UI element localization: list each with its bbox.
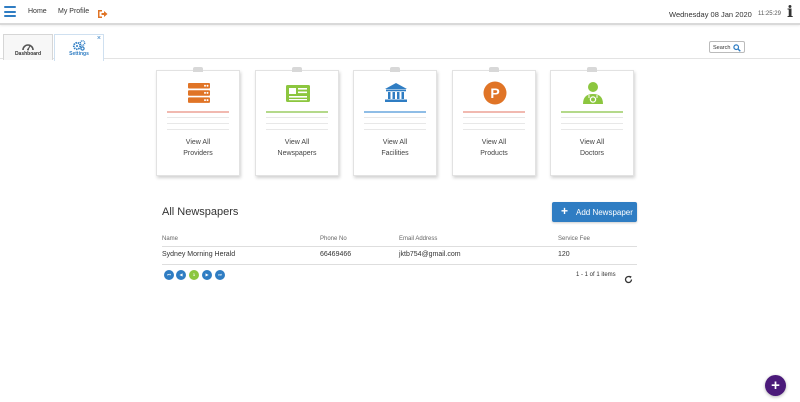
card-line1: View All [284, 139, 310, 146]
card-divider [561, 111, 623, 113]
card-line1: View All [382, 139, 408, 146]
cell-email: jktb754@gmail.com [399, 251, 461, 258]
tab-settings[interactable]: Settings × [54, 34, 104, 61]
pager-current-page[interactable]: 1 [189, 270, 199, 280]
product-p-icon: P [482, 80, 508, 106]
card-line1: View All [481, 139, 507, 146]
card-line [364, 123, 426, 124]
card-line [167, 129, 229, 130]
card-divider [167, 111, 229, 113]
card-line1: View All [579, 139, 605, 146]
section-title: All Newspapers [162, 206, 239, 218]
info-icon[interactable]: i [787, 4, 793, 20]
institution-icon [383, 80, 409, 106]
newspaper-icon [285, 80, 311, 106]
cell-service-fee: 120 [558, 251, 570, 258]
doctor-icon [580, 80, 606, 106]
card-divider [463, 111, 525, 113]
search-button[interactable]: Search [709, 41, 745, 53]
pager-first-icon[interactable]: ⏮ [164, 270, 174, 280]
plus-icon: + [561, 204, 569, 218]
cell-name: Sydney Morning Herald [162, 251, 236, 258]
card-clip [193, 67, 203, 72]
pager-items-count: 1 - 1 of 1 items [576, 272, 616, 278]
svg-text:P: P [490, 85, 499, 101]
server-icon [186, 80, 212, 106]
pager-prev-icon[interactable]: ◀ [176, 270, 186, 280]
card-line [266, 117, 328, 118]
card-line [561, 123, 623, 124]
card-line [561, 117, 623, 118]
card-clip [390, 67, 400, 72]
card-divider [364, 111, 426, 113]
floating-add-button[interactable]: + [765, 375, 786, 396]
current-date: Wednesday 08 Jan 2020 [669, 10, 752, 19]
search-icon [733, 44, 741, 52]
nav-home-link[interactable]: Home [28, 8, 47, 15]
card-view-all-doctors[interactable]: View All Doctors [550, 67, 634, 176]
card-line2: Facilities [381, 150, 409, 157]
tab-dashboard-label: Dashboard [14, 51, 42, 57]
nav-my-profile-link[interactable]: My Profile [58, 8, 89, 15]
tab-bar: Dashboard Settings × [0, 32, 800, 61]
card-line [266, 123, 328, 124]
card-view-all-providers[interactable]: View All Providers [156, 67, 240, 176]
tab-dashboard[interactable]: Dashboard [3, 34, 53, 60]
card-line2: Doctors [579, 150, 605, 157]
column-header-phone[interactable]: Phone No [320, 236, 347, 242]
card-line [364, 117, 426, 118]
card-clip [587, 67, 597, 72]
card-line [561, 129, 623, 130]
tab-settings-label: Settings [69, 51, 89, 57]
card-line [167, 123, 229, 124]
card-clip [489, 67, 499, 72]
pager-last-icon[interactable]: ⏭ [215, 270, 225, 280]
logout-icon[interactable] [97, 6, 108, 24]
card-line [167, 117, 229, 118]
card-line [463, 129, 525, 130]
card-view-all-facilities[interactable]: View All Facilities [353, 67, 437, 176]
card-line2: Products [480, 150, 508, 157]
column-header-service-fee[interactable]: Service Fee [558, 236, 590, 242]
table-row-divider [162, 264, 637, 265]
card-line [463, 123, 525, 124]
card-line [463, 117, 525, 118]
search-label: Search [713, 44, 731, 51]
card-line2: Providers [183, 150, 213, 157]
card-line [364, 129, 426, 130]
card-clip [292, 67, 302, 72]
card-line1: View All [185, 139, 211, 146]
pager-next-icon[interactable]: ▶ [202, 270, 212, 280]
top-bar: Home My Profile Wednesday 08 Jan 2020 11… [0, 0, 800, 25]
card-view-all-products[interactable]: P View All Products [452, 67, 536, 176]
add-newspaper-label: Add Newspaper [576, 208, 633, 217]
column-header-name[interactable]: Name [162, 236, 178, 242]
cell-phone: 66469466 [320, 251, 352, 258]
table-header-divider [162, 246, 637, 247]
card-divider [266, 111, 328, 113]
current-time: 11:25:29 [758, 11, 781, 17]
add-newspaper-button[interactable]: + Add Newspaper [552, 202, 637, 222]
column-header-email[interactable]: Email Address [399, 236, 437, 242]
card-view-all-newspapers[interactable]: View All Newspapers [255, 67, 339, 176]
refresh-icon[interactable] [624, 271, 633, 289]
close-icon[interactable]: × [97, 35, 101, 42]
hamburger-menu-icon[interactable] [4, 6, 16, 17]
card-line [266, 129, 328, 130]
card-line2: Newspapers [277, 150, 317, 157]
